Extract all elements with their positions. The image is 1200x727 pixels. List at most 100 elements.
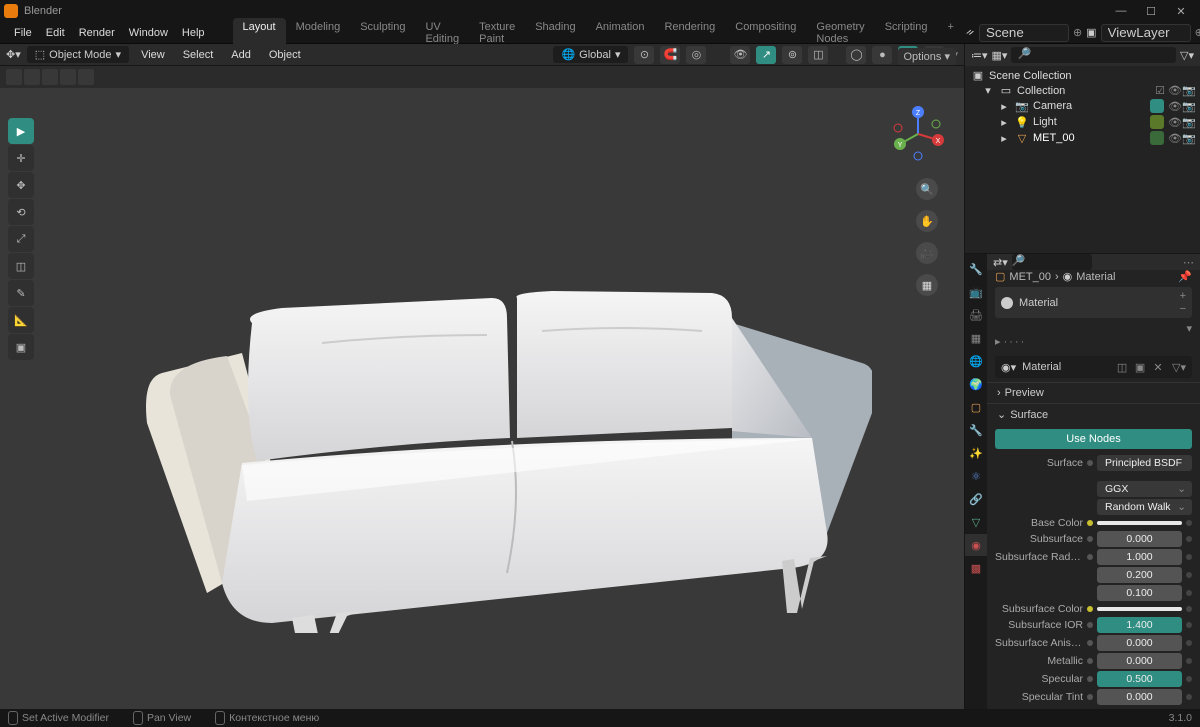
viewlayer-new-button[interactable]: ⊕ — [1195, 26, 1200, 39]
hdr-select[interactable]: Select — [177, 47, 220, 63]
shading-solid[interactable]: ● — [872, 46, 892, 64]
workspace-tab[interactable]: Animation — [586, 18, 655, 48]
options-button[interactable]: Options ▾ — [898, 48, 957, 65]
select-mode-2[interactable] — [24, 69, 40, 85]
transform-tool[interactable]: ◫ — [8, 253, 34, 279]
workspace-tab[interactable]: Texture Paint — [469, 18, 525, 48]
xray-toggle[interactable]: ◫ — [808, 46, 828, 64]
workspace-tab[interactable]: Compositing — [725, 18, 806, 48]
subsurf-aniso-field[interactable]: 0.000 — [1097, 635, 1182, 651]
socket-dot[interactable] — [1087, 694, 1093, 700]
ptab-constraint[interactable]: 🔗 — [965, 488, 987, 510]
socket-dot[interactable] — [1087, 520, 1093, 526]
zoom-button[interactable]: 🔍 — [916, 178, 938, 200]
subsurf-radius-3[interactable]: 0.100 — [1097, 585, 1182, 601]
viewport-canvas[interactable]: Z X Y 🔍 ✋ 🎥 ▦ ▶ ✛ ✥ ⟲ ⤢ ◫ ✎ 📐 — [0, 88, 964, 709]
ptab-texture[interactable]: ▩ — [965, 557, 987, 579]
addcube-tool[interactable]: ▣ — [8, 334, 34, 360]
outliner-root[interactable]: ▣Scene Collection — [965, 68, 1200, 83]
menu-render[interactable]: Render — [73, 25, 121, 41]
orientation-dropdown[interactable]: 🌐Global▾ — [553, 46, 628, 63]
menu-help[interactable]: Help — [176, 25, 211, 41]
prop-options[interactable]: ⋯ — [1183, 256, 1194, 269]
ptab-world[interactable]: 🌍 — [965, 373, 987, 395]
use-nodes-button[interactable]: Use Nodes — [995, 429, 1192, 449]
menu-edit[interactable]: Edit — [40, 25, 71, 41]
workspace-tab-layout[interactable]: Layout — [233, 18, 286, 48]
subsurf-method-dropdown[interactable]: Random Walk⌄ — [1097, 499, 1192, 515]
outliner-item-light[interactable]: ▸💡 Light 👁📷 — [965, 114, 1200, 130]
select-tool[interactable]: ▶ — [8, 118, 34, 144]
ptab-physics[interactable]: ⚛ — [965, 465, 987, 487]
slot-menu[interactable]: ▾ — [1186, 322, 1192, 335]
rotate-tool[interactable]: ⟲ — [8, 199, 34, 225]
close-button[interactable]: ✕ — [1166, 5, 1196, 18]
socket-dot[interactable] — [1087, 536, 1093, 542]
specular-field[interactable]: 0.500 — [1097, 671, 1182, 687]
scene-new-button[interactable]: ⊕ — [1073, 26, 1082, 39]
workspace-tab[interactable]: Shading — [525, 18, 585, 48]
camera-view-button[interactable]: 🎥 — [916, 242, 938, 264]
workspace-tab[interactable]: Geometry Nodes — [806, 18, 874, 48]
outliner-type-icon[interactable]: ≔▾ — [971, 49, 988, 62]
ptab-particles[interactable]: ✨ — [965, 442, 987, 464]
socket-dot[interactable] — [1087, 640, 1093, 646]
subsurf-color-field[interactable] — [1097, 607, 1182, 611]
ptab-mesh[interactable]: ▽ — [965, 511, 987, 533]
ptab-tool[interactable]: 🔧 — [965, 258, 987, 280]
maximize-button[interactable]: ☐ — [1136, 5, 1166, 18]
pin-icon[interactable]: 📌 — [1178, 270, 1192, 283]
subsurf-radius-2[interactable]: 0.200 — [1097, 567, 1182, 583]
hdr-view[interactable]: View — [135, 47, 171, 63]
select-mode-4[interactable] — [60, 69, 76, 85]
ptab-viewlayer[interactable]: ▦ — [965, 327, 987, 349]
specular-tint-field[interactable]: 0.000 — [1097, 689, 1182, 705]
subsurface-field[interactable]: 0.000 — [1097, 531, 1182, 547]
socket-dot[interactable] — [1087, 676, 1093, 682]
nav-gizmo[interactable]: Z X Y — [890, 106, 946, 162]
slot-expand[interactable]: ▸ ···· — [987, 335, 1200, 352]
workspace-tab[interactable]: Scripting — [875, 18, 938, 48]
material-name-field[interactable]: ◉▾Material ◫ ▣ ✕ ▽▾ — [995, 356, 1192, 378]
hdr-object[interactable]: Object — [263, 47, 307, 63]
panel-surface-header[interactable]: ⌄Surface — [987, 404, 1200, 425]
workspace-tab[interactable]: UV Editing — [415, 18, 469, 48]
mode-dropdown[interactable]: ⬚Object Mode▾ — [27, 46, 129, 63]
minimize-button[interactable]: — — [1106, 5, 1136, 17]
editor-type-icon[interactable]: ✥▾ — [6, 48, 21, 61]
metallic-field[interactable]: 0.000 — [1097, 653, 1182, 669]
outliner-item-camera[interactable]: ▸📷 Camera 👁📷 — [965, 98, 1200, 114]
move-tool[interactable]: ✥ — [8, 172, 34, 198]
viewlayer-input[interactable] — [1101, 24, 1191, 42]
ptab-modifier[interactable]: 🔧 — [965, 419, 987, 441]
crumb-object[interactable]: MET_00 — [1009, 271, 1051, 283]
outliner-item-met00[interactable]: ▸▽ MET_00 👁📷 — [965, 130, 1200, 146]
panel-preview-header[interactable]: ›Preview — [987, 383, 1200, 403]
surface-shader-dropdown[interactable]: Principled BSDF — [1097, 455, 1192, 471]
outliner-display-icon[interactable]: ▦▾ — [992, 49, 1008, 62]
pivot-button[interactable]: ⊙ — [634, 46, 654, 64]
crumb-material[interactable]: Material — [1076, 271, 1115, 283]
menu-window[interactable]: Window — [123, 25, 174, 41]
scale-tool[interactable]: ⤢ — [8, 226, 34, 252]
ptab-object[interactable]: ▢ — [965, 396, 987, 418]
socket-dot[interactable] — [1087, 606, 1093, 612]
outliner-collection[interactable]: ▾▭Collection ☑👁📷 — [965, 83, 1200, 98]
workspace-tab[interactable]: Modeling — [286, 18, 351, 48]
socket-dot[interactable] — [1087, 460, 1093, 466]
shading-wire[interactable]: ◯ — [846, 46, 866, 64]
snap-button[interactable]: 🧲 — [660, 46, 680, 64]
pan-button[interactable]: ✋ — [916, 210, 938, 232]
prop-search[interactable]: 🔎 — [1012, 254, 1092, 270]
select-mode-5[interactable] — [78, 69, 94, 85]
slot-add[interactable]: + — [1180, 290, 1186, 302]
ptab-render[interactable]: 📺 — [965, 281, 987, 303]
socket-dot[interactable] — [1087, 554, 1093, 560]
mat-new[interactable]: ▽▾ — [1172, 361, 1186, 374]
socket-dot[interactable] — [1087, 622, 1093, 628]
mat-browse[interactable]: ◫ — [1114, 359, 1130, 375]
outliner-search[interactable]: 🔎 — [1011, 47, 1176, 63]
select-mode-3[interactable] — [42, 69, 58, 85]
annotate-tool[interactable]: ✎ — [8, 280, 34, 306]
mat-unlink[interactable]: ✕ — [1150, 359, 1166, 375]
